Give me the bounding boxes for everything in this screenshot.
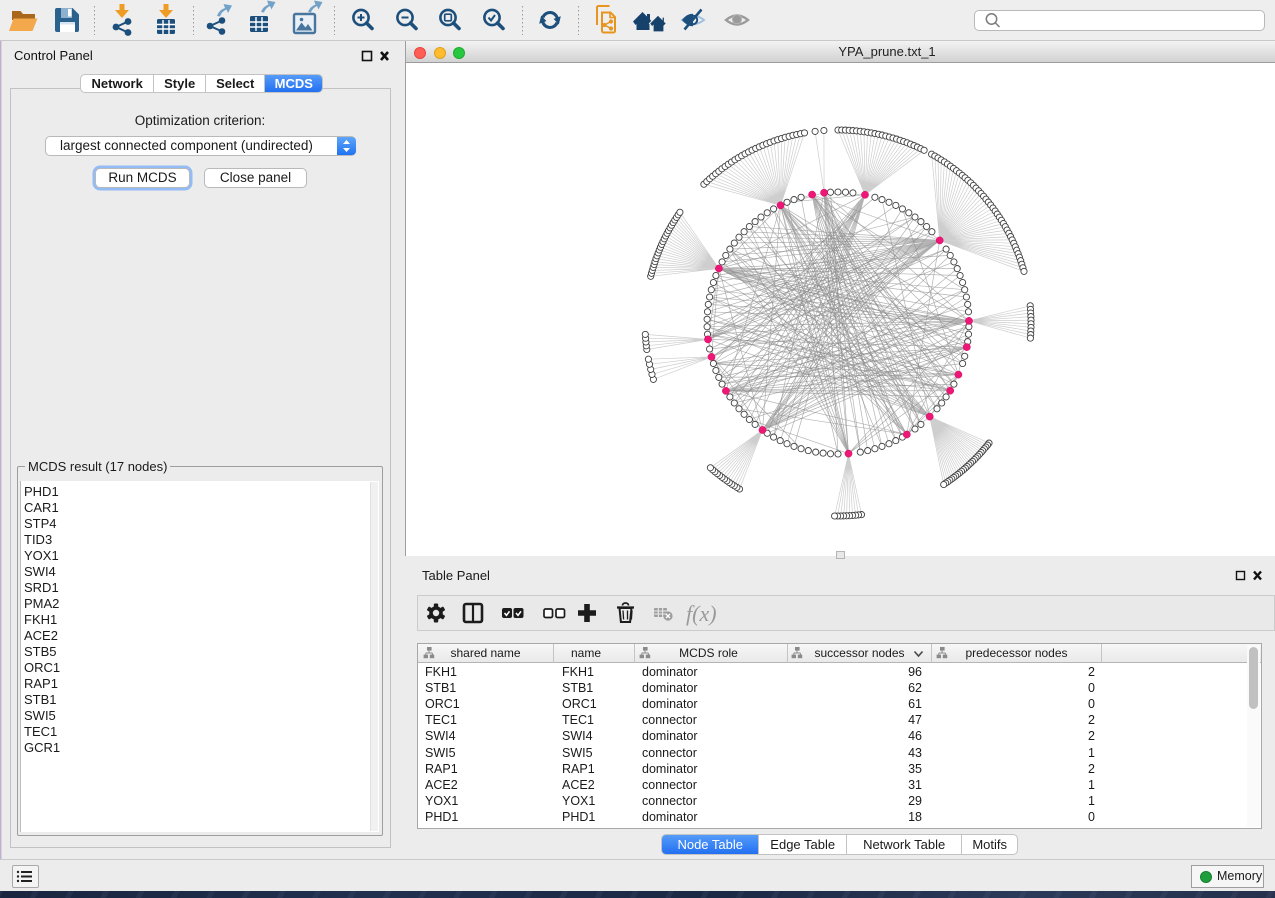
svg-text:f(x): f(x): [686, 601, 717, 626]
